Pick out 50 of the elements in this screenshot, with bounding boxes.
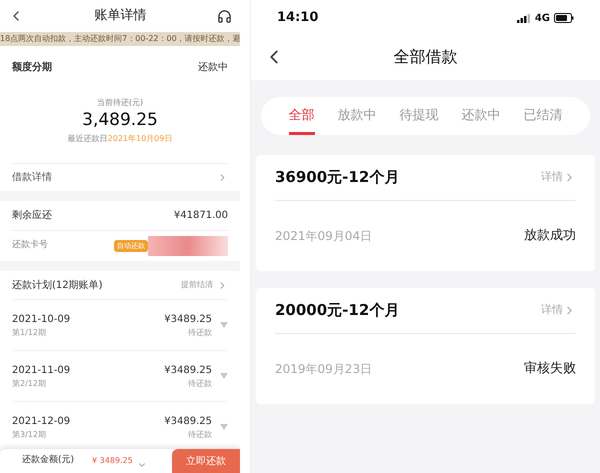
loan-status: 放款成功 — [524, 227, 576, 246]
installment-amount: ¥3489.25 — [164, 364, 212, 378]
headphones-icon[interactable] — [217, 8, 232, 24]
installment-date: 2021-10-09 — [12, 312, 72, 326]
detail-link[interactable]: 详情 — [541, 169, 563, 186]
loan-title: 20000元-12个月 — [275, 300, 400, 322]
filter-tab[interactable]: 全部 — [288, 97, 314, 135]
caret-down-icon — [220, 373, 228, 379]
payment-amount-label: 还款金额(元) — [22, 454, 74, 468]
loan-status: 审核失败 — [524, 360, 576, 378]
payment-amount: ¥ 3489.25 — [92, 455, 133, 467]
installment-amount: ¥3489.25 — [164, 414, 212, 428]
page-title: 账单详情 — [94, 7, 146, 26]
card-label: 还款卡号 — [12, 239, 48, 252]
remaining-label: 剩余应还 — [12, 208, 52, 223]
installment-status: 待还款 — [188, 378, 212, 390]
pay-now-button[interactable]: 立即还款 — [172, 449, 240, 473]
due-date: 最近还款日2021年10月09日 — [68, 133, 172, 145]
installment-status: 待还款 — [188, 428, 212, 440]
signal-icon — [516, 14, 531, 22]
loan-title: 36900元-12个月 — [275, 167, 400, 188]
network-type: 4G — [534, 12, 550, 26]
loan-date: 2019年09月23日 — [275, 361, 372, 378]
filter-tab[interactable]: 放款中 — [338, 97, 376, 135]
installment-amount: ¥3489.25 — [164, 312, 212, 326]
loan-status: 还款中 — [198, 60, 228, 75]
installment-period: 第1/12期 — [12, 326, 47, 338]
installment-date: 2021-12-09 — [12, 414, 72, 428]
product-type: 额度分期 — [12, 60, 52, 75]
page-title: 全部借款 — [394, 46, 458, 68]
installment-status: 待还款 — [188, 326, 212, 338]
installment-period: 第2/12期 — [12, 378, 47, 390]
caret-down-icon — [220, 424, 228, 430]
filter-tab[interactable]: 已结清 — [524, 97, 562, 135]
detail-link[interactable]: 详情 — [541, 302, 563, 319]
plan-title: 还款计划(12期账单) — [12, 278, 103, 292]
status-time: 14:10 — [277, 9, 318, 28]
filter-tab[interactable]: 待提现 — [400, 97, 438, 135]
battery-icon — [554, 13, 574, 23]
caret-down-icon — [220, 322, 228, 328]
loan-date: 2021年09月04日 — [275, 228, 372, 245]
remaining-value: ¥41871.00 — [174, 209, 228, 223]
installment-period: 第3/12期 — [12, 428, 47, 440]
notice-banner: 18点两次自动扣款，主动还款时间7：00-22：00，请按时还款，避 — [0, 32, 240, 46]
amount-label: 当前待还(元) — [96, 97, 144, 109]
installment-date: 2021-11-09 — [12, 364, 72, 378]
loan-detail-link[interactable]: 借款详情 — [12, 170, 52, 185]
filter-tab[interactable]: 还款中 — [462, 97, 500, 135]
early-settle-link[interactable]: 提前结清 — [181, 279, 213, 291]
amount-due: 3,489.25 — [82, 109, 158, 131]
